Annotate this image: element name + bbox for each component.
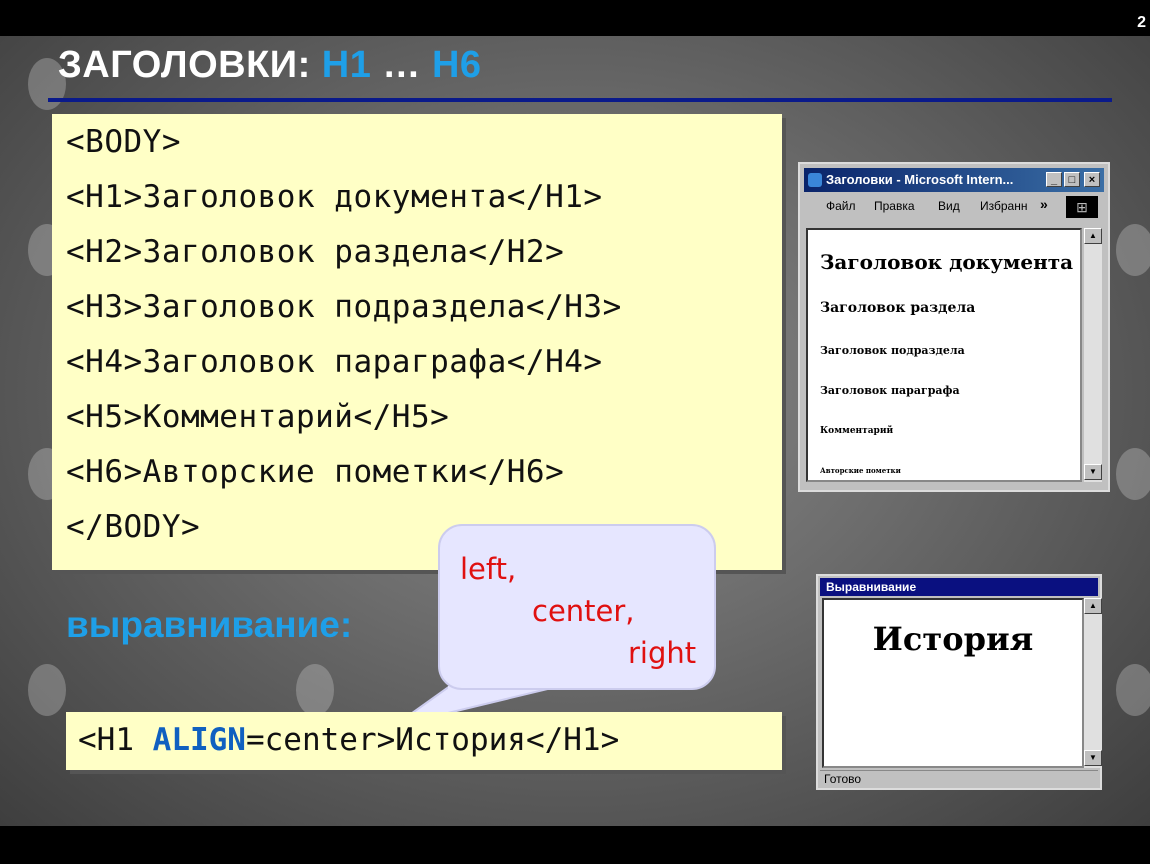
align-code-example: <H1 ALIGN=center>История</H1>	[66, 712, 782, 770]
code-keyword-align: ALIGN	[152, 722, 246, 758]
code-line: <H2>Заголовок раздела</H2>	[66, 234, 565, 270]
code-line: <H5>Комментарий</H5>	[66, 399, 450, 435]
align-option-right: right	[628, 636, 697, 670]
code-line: <H4>Заголовок параграфа</H4>	[66, 344, 603, 380]
rendered-h5: Комментарий	[820, 426, 894, 436]
browser-window-align: Выравнивание История ▲ ▼ Готово	[816, 574, 1102, 790]
decor-oval	[28, 664, 66, 716]
code-tag-rest: =center>История</H1>	[245, 722, 620, 758]
align-options-callout: left, center, right	[438, 524, 716, 690]
vertical-scrollbar[interactable]: ▲ ▼	[1084, 228, 1102, 482]
rendered-h6: Авторские пометки	[820, 466, 901, 475]
align-option-center: center,	[532, 594, 635, 628]
code-line: <H3>Заголовок подраздела</H3>	[66, 289, 622, 325]
rendered-h3: Заголовок подраздела	[820, 344, 965, 357]
rendered-centered-h1: История	[872, 620, 1034, 658]
title-prefix: ЗАГОЛОВКИ:	[58, 44, 322, 86]
page-content: Заголовок документа Заголовок раздела За…	[806, 228, 1082, 482]
status-text: Готово	[824, 772, 862, 786]
close-icon[interactable]: ×	[1084, 172, 1100, 187]
window-title: Выравнивание	[826, 580, 917, 594]
page-content: История	[822, 598, 1084, 768]
code-line: <BODY>	[66, 124, 181, 160]
menu-overflow-chevron[interactable]: »	[1040, 196, 1048, 212]
decor-oval	[1116, 224, 1150, 276]
scroll-up-icon[interactable]: ▲	[1084, 598, 1102, 614]
align-code-line: <H1 ALIGN=center>История</H1>	[78, 722, 619, 758]
menu-favorites[interactable]: Избранн	[980, 199, 1027, 213]
decor-oval	[296, 664, 334, 716]
scroll-down-icon[interactable]: ▼	[1084, 750, 1102, 766]
menu-edit[interactable]: Правка	[874, 199, 915, 213]
rendered-h4: Заголовок параграфа	[820, 384, 960, 397]
menu-bar: Файл Правка Вид Избранн » ⊞	[804, 194, 1104, 218]
align-option-left: left,	[460, 552, 517, 586]
code-line: <H6>Авторские пометки</H6>	[66, 454, 565, 490]
scroll-down-icon[interactable]: ▼	[1084, 464, 1102, 480]
ie-icon	[808, 173, 822, 187]
rendered-h1: Заголовок документа	[820, 250, 1074, 274]
code-tag-open: <H1	[78, 722, 153, 758]
rendered-h2: Заголовок раздела	[820, 300, 976, 316]
menu-view[interactable]: Вид	[938, 199, 960, 213]
title-rule	[48, 98, 1112, 102]
window-titlebar[interactable]: Выравнивание	[820, 578, 1098, 596]
title-h1: H1	[321, 44, 372, 86]
browser-window-headings: Заголовки - Microsoft Intern... _ □ × Фа…	[798, 162, 1110, 492]
slide-title: ЗАГОЛОВКИ: H1 … H6	[58, 44, 482, 87]
window-titlebar[interactable]: Заголовки - Microsoft Intern... _ □ ×	[804, 168, 1104, 192]
scroll-up-icon[interactable]: ▲	[1084, 228, 1102, 244]
decor-oval	[1116, 664, 1150, 716]
menu-file[interactable]: Файл	[826, 199, 856, 213]
title-dots: …	[371, 44, 432, 86]
window-title: Заголовки - Microsoft Intern...	[826, 172, 1014, 187]
code-line: <H1>Заголовок документа</H1>	[66, 179, 603, 215]
status-bar: Готово	[820, 770, 1098, 787]
maximize-icon[interactable]: □	[1064, 172, 1080, 187]
vertical-scrollbar[interactable]: ▲ ▼	[1084, 598, 1102, 768]
code-line: </BODY>	[66, 509, 201, 545]
title-h6: H6	[431, 44, 482, 86]
code-block: <BODY> <H1>Заголовок документа</H1> <H2>…	[52, 114, 782, 570]
minimize-icon[interactable]: _	[1046, 172, 1062, 187]
windows-logo-icon: ⊞	[1066, 196, 1098, 218]
alignment-label: выравнивание:	[66, 604, 353, 645]
slide-number: 2	[1137, 14, 1146, 31]
decor-oval	[1116, 448, 1150, 500]
